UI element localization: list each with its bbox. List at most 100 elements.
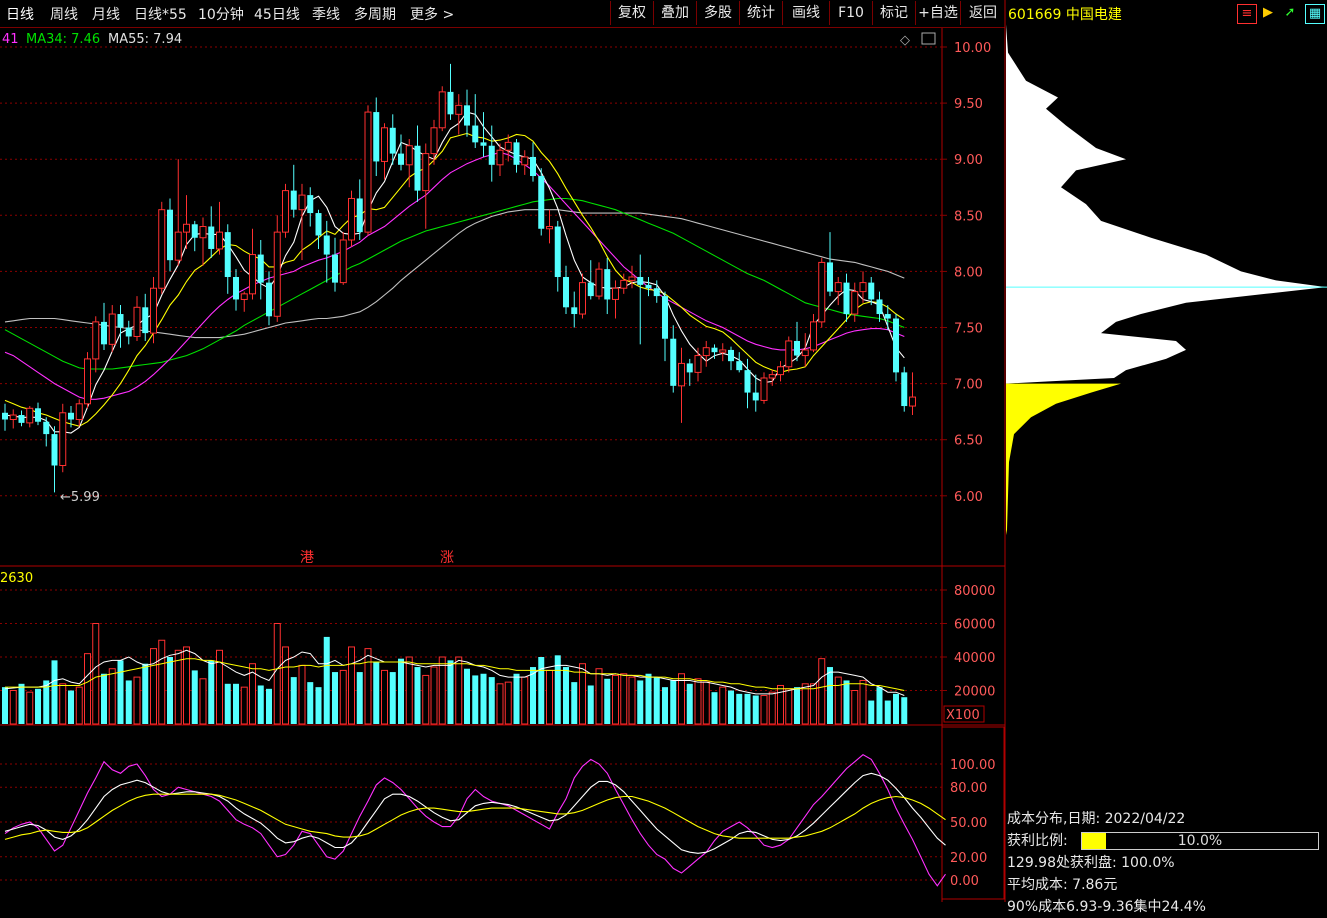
- volume-bar-up: [430, 666, 438, 725]
- volume-bar-down: [356, 672, 363, 724]
- candle-body-up: [174, 231, 182, 261]
- volume-bar-down: [538, 657, 545, 724]
- candle-body-up: [851, 291, 859, 315]
- diamond-icon[interactable]: ◇: [900, 33, 910, 48]
- candle-body-up: [628, 276, 636, 281]
- event-flag-1[interactable]: 港: [300, 550, 314, 566]
- candle-body-up: [810, 321, 817, 351]
- candle-body-down: [373, 112, 380, 162]
- candle-body-up: [719, 349, 727, 353]
- volume-bar-down: [868, 700, 875, 724]
- price-tick-label: 6.00: [954, 490, 983, 505]
- volume-bar-up: [26, 691, 34, 725]
- candle-body-up: [579, 282, 586, 315]
- candle-body-up: [422, 153, 430, 192]
- candle-body-up: [240, 293, 248, 300]
- volume-bar-down: [117, 660, 124, 724]
- candle-body-up: [612, 287, 619, 300]
- volume-bar-up: [595, 668, 603, 725]
- volume-bar-down: [604, 678, 611, 724]
- candle-body-down: [447, 91, 454, 115]
- candle-body-down: [728, 349, 734, 362]
- profit-ratio-label: 获利比例:: [1007, 833, 1068, 849]
- volume-legend: 2630: [0, 571, 33, 586]
- candle-body-up: [909, 396, 916, 407]
- candle-body-down: [224, 232, 231, 278]
- event-flag-2[interactable]: 涨: [440, 550, 454, 566]
- candle-body-down: [604, 269, 611, 300]
- candle-body-up: [504, 141, 512, 151]
- price-tick-label: 8.50: [954, 209, 983, 224]
- ma20-line: [4, 151, 905, 400]
- candle-body-down: [645, 284, 652, 289]
- indicator-tick-label: 0.00: [950, 874, 979, 889]
- candle-body-down: [571, 307, 578, 315]
- volume-bar-down: [472, 675, 479, 724]
- candle-body-down: [876, 299, 883, 315]
- volume-bar-down: [414, 667, 421, 724]
- candle-body-up: [92, 321, 100, 360]
- price-tick-label: 10.00: [954, 41, 991, 56]
- candle-body-up: [678, 362, 685, 387]
- volume-bar-up: [834, 676, 842, 725]
- volume-bar-up: [199, 678, 207, 725]
- volume-bar-up: [678, 673, 685, 725]
- candle-body-down: [191, 224, 198, 238]
- candle-body-up: [84, 358, 91, 405]
- candle-body-up: [9, 414, 17, 421]
- candle-body-up: [801, 349, 809, 357]
- price-tick-label: 9.00: [954, 153, 983, 168]
- candle-body-down: [901, 372, 908, 407]
- candle-body-up: [702, 347, 710, 357]
- volume-bar-up: [628, 676, 636, 725]
- collapse-icon[interactable]: [921, 32, 936, 45]
- volume-bar-down: [332, 672, 338, 724]
- candle-body-up: [859, 282, 867, 293]
- candle-body-down: [472, 125, 479, 143]
- volume-bar-down: [686, 683, 693, 724]
- candle-body-up: [199, 226, 207, 239]
- volume-bar-down: [315, 687, 322, 724]
- volume-tick-label: 60000: [954, 618, 995, 633]
- candle-body-down: [464, 105, 470, 126]
- volume-bar-down: [18, 683, 25, 724]
- candle-body-down: [332, 254, 338, 283]
- volume-bar-up: [133, 676, 141, 725]
- volume-bar-down: [711, 692, 718, 724]
- candle-body-down: [290, 190, 297, 210]
- volume-bar-up: [859, 679, 867, 725]
- volume-bar-down: [530, 667, 536, 724]
- volume-bar-down: [662, 687, 668, 724]
- candle-body-up: [26, 407, 34, 424]
- volume-bar-down: [752, 695, 759, 724]
- volume-bar-up: [504, 681, 512, 725]
- volume-bar-up: [92, 623, 100, 725]
- candle-body-up: [546, 226, 553, 230]
- volume-bar-down: [125, 680, 132, 724]
- volume-bar-down: [224, 683, 231, 724]
- candle-body-down: [670, 338, 677, 386]
- volume-bar-down: [670, 680, 677, 724]
- candle-body-up: [339, 239, 347, 284]
- candle-body-down: [488, 145, 495, 165]
- candle-body-down: [307, 195, 314, 214]
- volume-bars: [2, 623, 908, 725]
- candle-body-up: [216, 231, 223, 250]
- volume-bar-up: [546, 669, 553, 725]
- volume-bar-up: [702, 681, 710, 725]
- candle-body-up: [273, 231, 281, 317]
- candle-body-down: [35, 408, 41, 422]
- price-tick-label: 7.00: [954, 378, 983, 393]
- volume-bar-up: [719, 686, 727, 725]
- volume-bar-up: [405, 656, 413, 725]
- candle-body-down: [101, 321, 107, 345]
- volume-bar-down: [827, 667, 833, 724]
- candle-body-down: [868, 282, 875, 300]
- candle-body-up: [249, 254, 256, 295]
- candle-body-down: [266, 282, 272, 317]
- candle-body-up: [298, 194, 306, 211]
- candle-body-up: [364, 111, 372, 233]
- volume-bar-up: [851, 690, 859, 725]
- indicator-tick-label: 50.00: [950, 816, 987, 831]
- y-axis-labels: 10.00 9.50 9.00 8.50 8.00 7.50 7.00 6.50 6.00 800…: [950, 41, 996, 889]
